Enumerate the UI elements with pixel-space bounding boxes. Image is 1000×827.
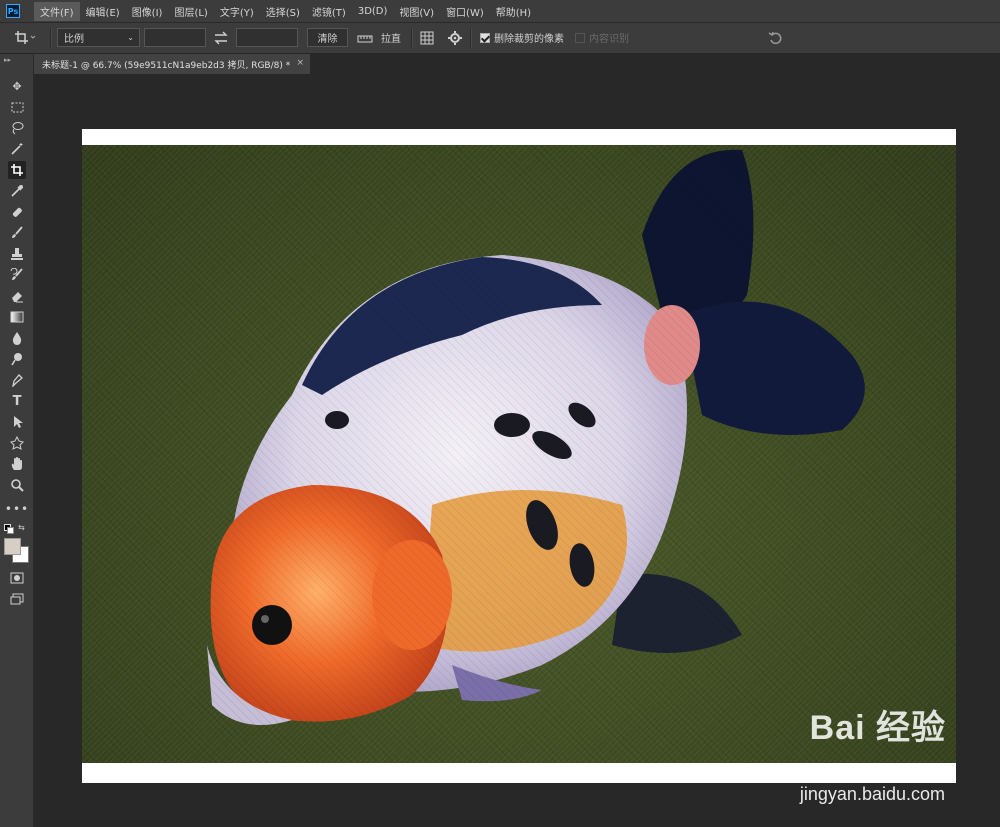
document-canvas[interactable]: Bai 经验 bbox=[82, 129, 956, 783]
options-bar: 比例 ⌄ 清除 拉直 删除裁剪的像素 内容识别 bbox=[0, 23, 1000, 54]
checkbox-unchecked-icon bbox=[575, 32, 585, 43]
history-brush-icon[interactable] bbox=[8, 266, 26, 284]
type-icon[interactable]: T bbox=[8, 392, 26, 410]
foreground-color-swatch[interactable] bbox=[4, 538, 21, 555]
goldfish-illustration bbox=[82, 145, 956, 763]
menu-image[interactable]: 图像(I) bbox=[126, 2, 169, 21]
straighten-icon[interactable] bbox=[357, 28, 373, 47]
magic-wand-icon[interactable] bbox=[8, 140, 26, 158]
healing-brush-icon[interactable] bbox=[8, 203, 26, 221]
menu-select[interactable]: 选择(S) bbox=[260, 2, 306, 21]
menu-type[interactable]: 文字(Y) bbox=[214, 2, 260, 21]
crop-icon[interactable] bbox=[8, 161, 26, 179]
divider bbox=[470, 29, 472, 47]
path-selection-icon[interactable] bbox=[8, 413, 26, 431]
divider bbox=[50, 29, 52, 47]
content-aware-checkbox[interactable]: 内容识别 bbox=[575, 28, 629, 47]
baidu-watermark: Bai 经验 bbox=[810, 711, 946, 745]
photoshop-logo-icon: Ps bbox=[6, 4, 20, 18]
document-tab-title: 未标题-1 @ 66.7% (59e9511cN1a9eb2d3 拷贝, RGB… bbox=[42, 60, 291, 71]
document-tab-strip: 未标题-1 @ 66.7% (59e9511cN1a9eb2d3 拷贝, RGB… bbox=[34, 54, 1000, 74]
menu-3d[interactable]: 3D(D) bbox=[352, 4, 394, 19]
lasso-icon[interactable] bbox=[8, 119, 26, 137]
goldfish-painting-image: Bai 经验 bbox=[82, 145, 956, 763]
gear-icon[interactable] bbox=[448, 28, 462, 47]
menu-window[interactable]: 窗口(W) bbox=[440, 2, 490, 21]
pen-icon[interactable] bbox=[8, 371, 26, 389]
menu-view[interactable]: 视图(V) bbox=[393, 2, 440, 21]
document-tab[interactable]: 未标题-1 @ 66.7% (59e9511cN1a9eb2d3 拷贝, RGB… bbox=[34, 54, 310, 74]
clear-button[interactable]: 清除 bbox=[307, 28, 348, 47]
menu-edit[interactable]: 编辑(E) bbox=[80, 2, 126, 21]
eraser-icon[interactable] bbox=[8, 287, 26, 305]
watermark-brand: Bai 经验 bbox=[809, 709, 946, 747]
checkbox-checked-icon bbox=[480, 32, 490, 43]
hand-icon[interactable] bbox=[8, 455, 26, 473]
ratio-select-value: 比例 bbox=[64, 34, 84, 45]
width-input[interactable] bbox=[144, 28, 206, 47]
watermark-url: jingyan.baidu.com bbox=[799, 784, 945, 804]
default-colors-icon[interactable] bbox=[4, 524, 14, 534]
menu-help[interactable]: 帮助(H) bbox=[490, 2, 537, 21]
marquee-icon[interactable] bbox=[8, 98, 26, 116]
dodge-icon[interactable] bbox=[8, 350, 26, 368]
divider bbox=[411, 29, 413, 47]
content-aware-label: 内容识别 bbox=[589, 34, 629, 45]
chevron-down-icon: ⌄ bbox=[127, 33, 134, 42]
menu-bar: Ps 文件(F) 编辑(E) 图像(I) 图层(L) 文字(Y) 选择(S) 滤… bbox=[0, 0, 1000, 23]
screen-mode-icon[interactable] bbox=[8, 590, 26, 608]
ratio-select[interactable]: 比例 ⌄ bbox=[57, 28, 140, 47]
tools-panel: ▸▸ ✥ T ••• ⇆ bbox=[0, 54, 34, 827]
crop-tool-preset-icon[interactable] bbox=[14, 28, 36, 47]
blur-icon[interactable] bbox=[8, 329, 26, 347]
delete-cropped-pixels-label: 删除裁剪的像素 bbox=[494, 34, 564, 45]
more-tools-icon[interactable]: ••• bbox=[5, 500, 28, 518]
menu-filter[interactable]: 滤镜(T) bbox=[306, 2, 352, 21]
zoom-icon[interactable] bbox=[8, 476, 26, 494]
menu-file[interactable]: 文件(F) bbox=[34, 1, 80, 21]
swap-dimensions-icon[interactable] bbox=[213, 28, 229, 47]
swap-colors-icon[interactable]: ⇆ bbox=[18, 523, 25, 532]
height-input[interactable] bbox=[236, 28, 298, 47]
straighten-label[interactable]: 拉直 bbox=[381, 28, 401, 47]
move-icon[interactable]: ✥ bbox=[8, 77, 26, 95]
shape-icon[interactable] bbox=[8, 434, 26, 452]
reset-icon[interactable] bbox=[768, 28, 784, 47]
gradient-icon[interactable] bbox=[8, 308, 26, 326]
quick-mask-icon[interactable] bbox=[8, 569, 26, 587]
eyedropper-icon[interactable] bbox=[8, 182, 26, 200]
clone-stamp-icon[interactable] bbox=[8, 245, 26, 263]
brush-icon[interactable] bbox=[8, 224, 26, 242]
close-icon[interactable]: × bbox=[296, 58, 304, 68]
overlay-grid-icon[interactable] bbox=[419, 28, 435, 47]
menu-layer[interactable]: 图层(L) bbox=[168, 2, 213, 21]
delete-cropped-pixels-checkbox[interactable]: 删除裁剪的像素 bbox=[480, 28, 564, 47]
collapse-panel-icon[interactable]: ▸▸ bbox=[4, 56, 11, 64]
